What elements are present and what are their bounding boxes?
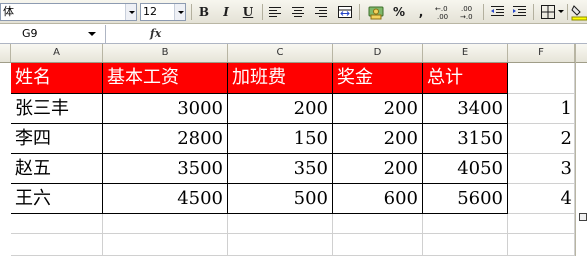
toolbar-separator (262, 4, 263, 20)
name-box[interactable]: G9 (0, 25, 106, 43)
header-cell[interactable]: 奖金 (333, 63, 423, 94)
align-right-icon[interactable] (314, 5, 328, 19)
font-name-select[interactable]: 体 (0, 3, 137, 21)
table-cell[interactable]: 4 (508, 184, 575, 214)
chevron-down-icon[interactable] (125, 4, 136, 20)
svg-text:→.0: →.0 (460, 13, 473, 21)
name-box-value: G9 (22, 27, 38, 40)
font-size-select[interactable]: 12 (140, 3, 186, 21)
header-cell[interactable]: 总计 (423, 63, 508, 94)
empty-cell[interactable] (11, 234, 103, 256)
table-cell[interactable]: 3000 (103, 94, 228, 124)
merge-center-icon[interactable] (337, 4, 353, 20)
chevron-down-icon[interactable] (558, 10, 564, 13)
table-cell[interactable]: 150 (228, 124, 333, 154)
percent-button[interactable]: % (390, 3, 408, 21)
column-header-row: A B C D E F (0, 44, 587, 63)
empty-cell[interactable] (228, 214, 333, 234)
chevron-down-icon[interactable] (174, 4, 185, 20)
column-header-a[interactable]: A (11, 44, 103, 62)
formatting-toolbar: 体 12 B I U % , ←.0 .00 .00 →.0 (0, 0, 587, 24)
empty-cell[interactable] (333, 214, 423, 234)
toolbar-separator (483, 4, 484, 20)
empty-cell[interactable] (333, 234, 423, 256)
empty-cell[interactable] (11, 214, 103, 234)
table-cell[interactable]: 3500 (103, 154, 228, 184)
comma-button[interactable]: , (415, 3, 427, 21)
borders-icon[interactable] (540, 4, 556, 20)
table-cell[interactable]: 200 (333, 124, 423, 154)
table-cell[interactable]: 3400 (423, 94, 508, 124)
empty-cell[interactable] (508, 214, 575, 234)
table-cell[interactable]: 200 (333, 154, 423, 184)
table-cell-name[interactable]: 赵五 (11, 154, 103, 184)
formula-input[interactable] (168, 25, 587, 43)
worksheet-grid: 姓名 基本工资 加班费 奖金 总计 张三丰 3000 200 200 3400 … (0, 63, 587, 256)
table-cell[interactable]: 4050 (423, 154, 508, 184)
table-cell[interactable]: 350 (228, 154, 333, 184)
empty-cell[interactable] (423, 214, 508, 234)
italic-button[interactable]: I (217, 3, 235, 21)
align-center-icon[interactable] (291, 5, 305, 19)
table-cell-name[interactable]: 李四 (11, 124, 103, 154)
table-cell[interactable]: 2 (508, 124, 575, 154)
header-cell[interactable]: 姓名 (11, 63, 103, 94)
table-cell[interactable]: 500 (228, 184, 333, 214)
decrease-indent-icon[interactable] (490, 4, 505, 19)
svg-text:.00: .00 (461, 5, 472, 13)
table-cell-name[interactable]: 张三丰 (11, 94, 103, 124)
align-left-icon[interactable] (268, 5, 282, 19)
currency-icon[interactable] (367, 3, 385, 21)
toolbar-separator (567, 4, 568, 20)
empty-cell[interactable] (103, 214, 228, 234)
empty-cell[interactable] (423, 234, 508, 256)
svg-text:←.0: ←.0 (435, 5, 448, 13)
table-cell-name[interactable]: 王六 (11, 184, 103, 214)
increase-indent-icon[interactable] (512, 4, 527, 19)
table-cell[interactable]: 4500 (103, 184, 228, 214)
empty-cell[interactable] (508, 63, 575, 94)
empty-cell[interactable] (228, 234, 333, 256)
table-cell[interactable]: 3 (508, 154, 575, 184)
underline-button[interactable]: U (239, 3, 257, 21)
table-cell[interactable]: 200 (228, 94, 333, 124)
toolbar-separator (191, 4, 192, 20)
font-name-value: 体 (3, 5, 14, 18)
header-cell[interactable]: 基本工资 (103, 63, 228, 94)
column-header-e[interactable]: E (423, 44, 508, 62)
table-cell[interactable]: 600 (333, 184, 423, 214)
empty-cell[interactable] (508, 234, 575, 256)
column-header-b[interactable]: B (103, 44, 228, 62)
toolbar-separator (359, 4, 360, 20)
column-header-d[interactable]: D (333, 44, 423, 62)
decrease-decimal-icon[interactable]: .00 →.0 (459, 3, 479, 21)
table-cell[interactable]: 2800 (103, 124, 228, 154)
row-header-corner[interactable] (0, 44, 11, 62)
increase-decimal-icon[interactable]: ←.0 .00 (434, 3, 454, 21)
chevron-down-icon[interactable] (88, 32, 96, 36)
column-header-f[interactable]: F (508, 44, 575, 62)
formula-bar: G9 fx (0, 24, 587, 44)
font-size-value: 12 (143, 5, 157, 18)
fill-color-icon[interactable] (571, 3, 587, 21)
header-cell[interactable]: 加班费 (228, 63, 333, 94)
table-cell[interactable]: 5600 (423, 184, 508, 214)
toolbar-separator (533, 4, 534, 20)
column-g-edge (575, 44, 587, 256)
autofill-options-icon[interactable] (579, 213, 587, 221)
table-cell[interactable]: 1 (508, 94, 575, 124)
table-cell[interactable]: 3150 (423, 124, 508, 154)
bold-button[interactable]: B (195, 3, 213, 21)
insert-function-icon[interactable]: fx (150, 25, 161, 43)
svg-text:.00: .00 (437, 13, 448, 21)
table-cell[interactable]: 200 (333, 94, 423, 124)
empty-cell[interactable] (103, 234, 228, 256)
column-header-c[interactable]: C (228, 44, 333, 62)
